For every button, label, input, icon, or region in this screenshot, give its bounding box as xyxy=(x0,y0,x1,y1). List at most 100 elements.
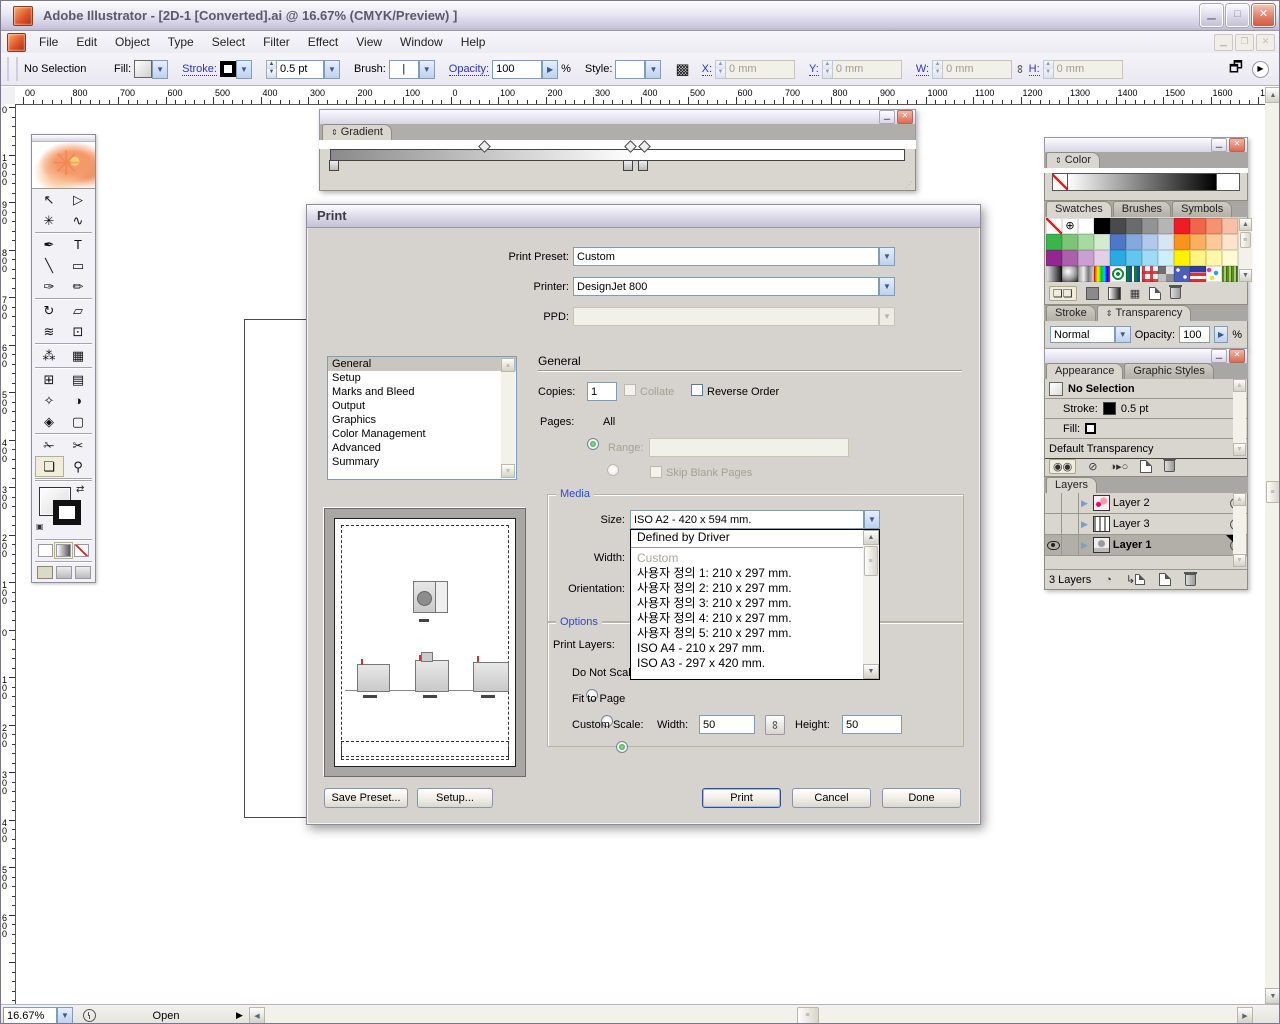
section-setup[interactable]: Setup xyxy=(328,371,516,385)
zoom-dropdown-button[interactable]: ▼ xyxy=(57,1007,73,1024)
toolbox-artwork[interactable] xyxy=(32,142,95,189)
palette-window-titlebar[interactable]: ▁ ✕ xyxy=(1044,348,1248,363)
section-color-management[interactable]: Color Management xyxy=(328,427,516,441)
new-sublayer-button[interactable]: ↳ xyxy=(1126,573,1145,586)
swatch[interactable] xyxy=(1110,266,1126,282)
opacity-menu-button[interactable]: ▶ xyxy=(542,60,558,79)
paintbrush-tool-icon[interactable]: ✑ xyxy=(35,276,64,297)
clear-appearance-button[interactable]: ⊘ xyxy=(1088,460,1097,473)
swatch[interactable] xyxy=(1206,218,1222,234)
swatch[interactable] xyxy=(1126,234,1142,250)
tab-gradient[interactable]: ⇕Gradient xyxy=(322,124,392,140)
y-label[interactable]: Y: xyxy=(809,63,819,76)
size-option[interactable]: 사용자 정의 2: 210 x 297 mm. xyxy=(631,581,879,596)
horizontal-scrollbar[interactable]: ≡ xyxy=(265,1007,1237,1024)
layer-visibility-cell[interactable] xyxy=(1045,514,1062,534)
pen-tool-icon[interactable]: ✒ xyxy=(35,234,64,255)
zoom-level-field[interactable]: 16.67% xyxy=(3,1007,57,1024)
free-transform-tool-icon[interactable]: ⊡ xyxy=(64,321,93,342)
layer-lock-cell[interactable] xyxy=(1062,493,1079,513)
print-dialog-titlebar[interactable]: Print xyxy=(307,205,980,228)
swatch[interactable] xyxy=(1110,218,1126,234)
swatch[interactable] xyxy=(1206,250,1222,266)
section-marks-and-bleed[interactable]: Marks and Bleed xyxy=(328,385,516,399)
palette-resize-grip[interactable]: ⋰ xyxy=(905,180,913,189)
swatch[interactable] xyxy=(1190,266,1206,282)
layer-name[interactable]: Layer 2 xyxy=(1113,497,1150,509)
new-swatch-button[interactable] xyxy=(1149,287,1161,300)
gradient-midpoint-marker[interactable] xyxy=(624,140,637,153)
grayscale-ramp[interactable] xyxy=(1068,174,1216,190)
section-summary[interactable]: Summary xyxy=(328,455,516,469)
transparency-opacity-menu[interactable]: ▶ xyxy=(1214,326,1228,343)
appearance-row-selection[interactable]: No Selection xyxy=(1045,379,1247,399)
scroll-down-icon[interactable]: ▼ xyxy=(1265,988,1280,1004)
swatch[interactable] xyxy=(1078,234,1094,250)
swatch[interactable] xyxy=(1158,218,1174,234)
menu-edit[interactable]: Edit xyxy=(67,31,106,53)
scale-tool-icon[interactable]: ▱ xyxy=(64,300,93,321)
brush-dropdown-button[interactable]: ▼ xyxy=(419,60,435,79)
duplicate-item-button[interactable]: ◑▸○ xyxy=(1109,460,1128,473)
print-preview[interactable] xyxy=(324,508,526,777)
opacity-label[interactable]: Opacity: xyxy=(449,63,489,76)
blend-mode-combo[interactable]: Normal▼ xyxy=(1050,326,1131,343)
stroke-dropdown-button[interactable]: ▼ xyxy=(236,60,252,79)
layer-lock-cell[interactable] xyxy=(1062,535,1079,555)
gradient-minimize-button[interactable]: ▁ xyxy=(879,110,895,124)
scale-width-field[interactable]: 50 xyxy=(699,715,755,734)
tab-brushes[interactable]: Brushes xyxy=(1113,201,1171,217)
color-mode-button[interactable] xyxy=(38,544,53,557)
symbol-sprayer-tool-icon[interactable]: ⁂ xyxy=(35,345,64,366)
new-art-basic-appearance-button[interactable]: ◉◉ xyxy=(1049,459,1076,474)
minimize-button[interactable]: ▁ xyxy=(1200,4,1223,27)
style-preview[interactable] xyxy=(615,60,645,79)
tab-swatches[interactable]: Swatches xyxy=(1046,201,1112,217)
palette-minimize-button[interactable]: ▁ xyxy=(1211,138,1227,152)
ruler-corner[interactable] xyxy=(1,87,16,105)
tab-layers[interactable]: Layers xyxy=(1046,477,1097,493)
swatch[interactable] xyxy=(1046,218,1062,234)
gradient-stop[interactable] xyxy=(623,160,633,171)
swatch[interactable] xyxy=(1142,218,1158,234)
swatch[interactable] xyxy=(1158,250,1174,266)
size-option[interactable]: 사용자 정의 3: 210 x 297 mm. xyxy=(631,596,879,611)
horizontal-ruler[interactable]: 0080070060050040030020010001002003004005… xyxy=(15,87,1265,105)
gradient-palette-titlebar[interactable]: ▁ ✕ xyxy=(319,109,916,124)
swatch[interactable] xyxy=(1158,234,1174,250)
live-paint-bucket-tool-icon[interactable]: ◈ xyxy=(35,411,64,432)
sections-scrollbar[interactable]: ▲ ▼ xyxy=(501,358,515,478)
scroll-thumb[interactable]: ≡ xyxy=(864,546,878,576)
size-option[interactable]: 사용자 정의 4: 210 x 297 mm. xyxy=(631,611,879,626)
gradient-tool-icon[interactable]: ▤ xyxy=(64,369,93,390)
live-paint-selection-tool-icon[interactable]: ▢ xyxy=(64,411,93,432)
mesh-tool-icon[interactable]: ⊞ xyxy=(35,369,64,390)
none-swatch[interactable] xyxy=(1053,174,1068,190)
gradient-close-button[interactable]: ✕ xyxy=(897,110,913,124)
scroll-thumb[interactable]: ≡ xyxy=(1266,481,1280,503)
swatch[interactable] xyxy=(1142,266,1158,282)
menu-type[interactable]: Type xyxy=(159,31,203,53)
menu-file[interactable]: File xyxy=(30,31,67,53)
menu-filter[interactable]: Filter xyxy=(254,31,299,53)
stroke-well[interactable] xyxy=(53,500,81,525)
swatch[interactable] xyxy=(1126,266,1142,282)
status-menu-icon[interactable]: ▶ xyxy=(236,1010,243,1021)
menu-window[interactable]: Window xyxy=(391,31,452,53)
swatch[interactable] xyxy=(1174,250,1190,266)
expand-triangle-icon[interactable]: ▶ xyxy=(1081,540,1088,551)
tab-stroke[interactable]: Stroke xyxy=(1046,305,1096,321)
swatch[interactable] xyxy=(1094,250,1110,266)
swatch[interactable] xyxy=(1094,234,1110,250)
scale-height-field[interactable]: 50 xyxy=(842,715,902,734)
swatch[interactable] xyxy=(1094,266,1110,282)
scroll-thumb[interactable]: ≡ xyxy=(1240,232,1251,248)
transparency-opacity-field[interactable]: 100 xyxy=(1179,326,1210,343)
menu-effect[interactable]: Effect xyxy=(299,31,347,53)
cancel-button[interactable]: Cancel xyxy=(792,788,871,808)
swatch[interactable]: ⊕ xyxy=(1062,218,1078,234)
fullscreen-button[interactable] xyxy=(75,566,91,579)
section-advanced[interactable]: Advanced xyxy=(328,441,516,455)
magic-wand-tool-icon[interactable]: ✳ xyxy=(35,210,64,231)
gradient-midpoint-marker[interactable] xyxy=(478,140,491,153)
